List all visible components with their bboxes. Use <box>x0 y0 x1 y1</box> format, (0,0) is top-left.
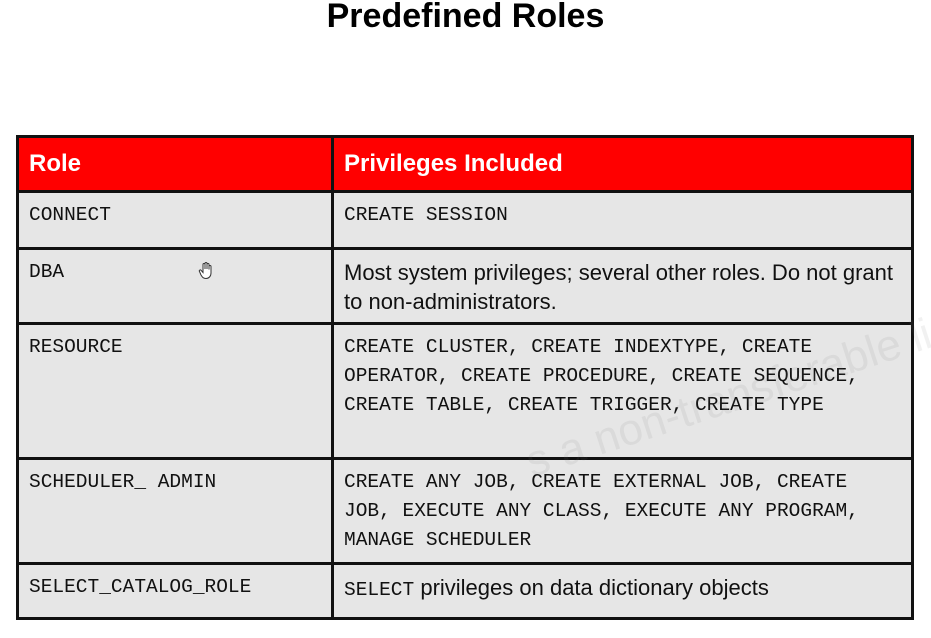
privileges-cell: CREATE CLUSTER, CREATE INDEXTYPE, CREATE… <box>331 322 914 460</box>
header-role: Role <box>16 135 334 193</box>
table-row: RESOURCE CREATE CLUSTER, CREATE INDEXTYP… <box>16 322 914 460</box>
role-cell: CONNECT <box>16 190 334 250</box>
privileges-cell: CREATE SESSION <box>331 190 914 250</box>
table-row: CONNECT CREATE SESSION <box>16 190 914 250</box>
table-header-row: Role Privileges Included <box>16 135 914 193</box>
hand-cursor-icon <box>198 262 212 280</box>
role-cell: SELECT_CATALOG_ROLE <box>16 562 334 620</box>
role-cell: DBA <box>16 247 334 325</box>
role-cell: SCHEDULER_ ADMIN <box>16 457 334 565</box>
privileges-cell: SELECT privileges on data dictionary obj… <box>331 562 914 620</box>
slide-title: Predefined Roles <box>326 0 605 35</box>
role-cell: RESOURCE <box>16 322 334 460</box>
privileges-text: privileges on data dictionary objects <box>414 575 769 600</box>
privileges-keyword: SELECT <box>344 579 415 601</box>
table-row: SELECT_CATALOG_ROLE SELECT privileges on… <box>16 562 914 620</box>
table-row: DBA Most system privileges; several othe… <box>16 247 914 325</box>
header-privileges: Privileges Included <box>331 135 914 193</box>
privileges-cell: CREATE ANY JOB, CREATE EXTERNAL JOB, CRE… <box>331 457 914 565</box>
privileges-cell: Most system privileges; several other ro… <box>331 247 914 325</box>
table-row: SCHEDULER_ ADMIN CREATE ANY JOB, CREATE … <box>16 457 914 565</box>
predefined-roles-table: Role Privileges Included CONNECT CREATE … <box>16 135 914 620</box>
